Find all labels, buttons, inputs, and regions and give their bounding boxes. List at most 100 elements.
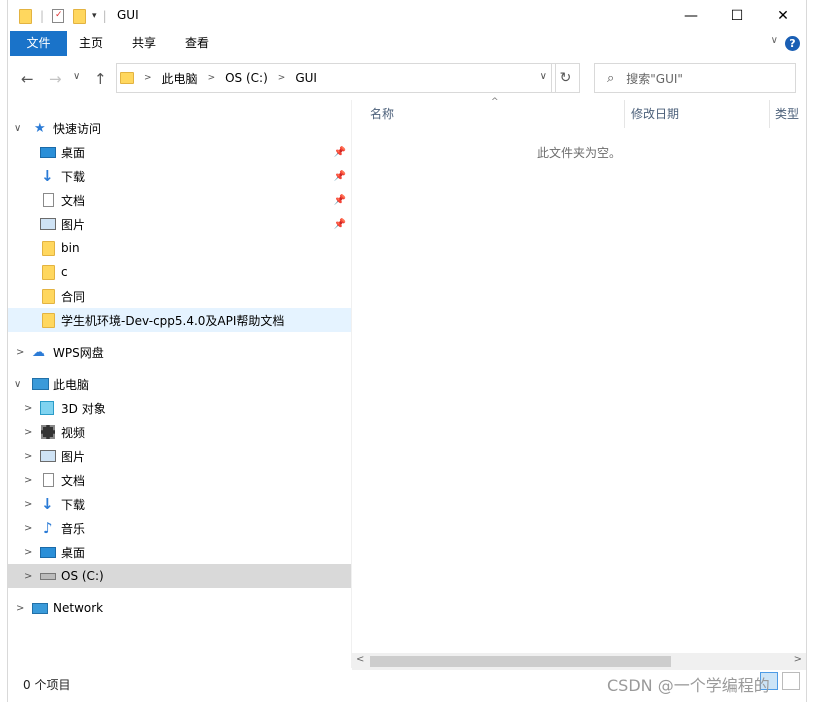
desktop-icon <box>40 146 56 158</box>
sidebar-item-label: 此电脑 <box>53 377 90 392</box>
breadcrumb-os-c[interactable]: OS (C:) <box>225 71 268 85</box>
chevron-right-icon[interactable]: > <box>208 73 216 83</box>
pin-icon[interactable]: 📌 <box>334 171 346 182</box>
window-title: GUI <box>117 8 139 22</box>
search-placeholder: 搜索"GUI" <box>626 71 683 86</box>
column-divider[interactable] <box>769 100 770 128</box>
sidebar-item-label: 下载 <box>61 169 86 184</box>
sidebar-item-music[interactable]: > ♪ 音乐 <box>8 516 351 540</box>
large-icons-view-button[interactable] <box>782 672 800 690</box>
chevron-right-icon[interactable]: > <box>24 427 32 438</box>
sidebar-item-videos[interactable]: > 视频 <box>8 420 351 444</box>
expand-ribbon-icon[interactable]: ∨ <box>771 35 778 46</box>
chevron-right-icon[interactable]: > <box>278 73 286 83</box>
breadcrumb-gui[interactable]: GUI <box>295 71 317 85</box>
sidebar-item-dev-cpp[interactable]: 学生机环境-Dev-cpp5.4.0及API帮助文档 <box>8 308 351 332</box>
chevron-right-icon[interactable]: > <box>24 571 32 582</box>
quick-access-item[interactable]: ∨ ★ 快速访问 <box>8 116 351 140</box>
column-divider[interactable] <box>624 100 625 128</box>
navigation-pane: ∨ ★ 快速访问 桌面 📌 ↓ 下载 📌 文档 📌 图片 📌 bin c 合同 … <box>8 100 351 668</box>
column-name[interactable]: 名称 <box>370 100 394 128</box>
minimize-button[interactable]: — <box>668 0 714 31</box>
scroll-left-icon[interactable]: < <box>356 654 364 665</box>
sidebar-item-label: Network <box>53 601 104 615</box>
breadcrumb-this-pc[interactable]: 此电脑 <box>162 70 198 87</box>
network-icon <box>32 602 48 614</box>
address-bar[interactable]: > 此电脑 > OS (C:) > GUI ∨ <box>116 63 556 93</box>
chevron-right-icon[interactable]: > <box>144 73 152 83</box>
file-list: ^ 名称 修改日期 类型 此文件夹为空。 < > <box>352 97 806 670</box>
sidebar-item-c[interactable]: c <box>8 260 351 284</box>
chevron-right-icon[interactable]: > <box>24 547 32 558</box>
customize-dropdown-icon[interactable]: ▾ <box>92 11 97 21</box>
chevron-right-icon[interactable]: > <box>24 451 32 462</box>
item-count: 0 个项目 <box>23 678 71 692</box>
folder-icon <box>120 72 134 84</box>
up-arrow-icon[interactable]: ↑ <box>94 70 107 88</box>
sidebar-item-contract[interactable]: 合同 <box>8 284 351 308</box>
chevron-right-icon[interactable]: > <box>16 603 24 614</box>
quick-access-toolbar: | ✓ ▾ | <box>19 7 107 25</box>
sidebar-item-wps[interactable]: > ☁ WPS网盘 <box>8 340 351 364</box>
new-folder-icon[interactable] <box>73 8 87 24</box>
sidebar-item-documents-pc[interactable]: > 文档 <box>8 468 351 492</box>
sidebar-item-downloads[interactable]: ↓ 下载 📌 <box>8 164 351 188</box>
cube-icon <box>40 401 54 415</box>
separator: | <box>102 9 107 23</box>
sidebar-item-label: 学生机环境-Dev-cpp5.4.0及API帮助文档 <box>61 313 285 328</box>
chevron-down-icon[interactable]: ∨ <box>14 379 21 390</box>
chevron-right-icon[interactable]: > <box>24 523 32 534</box>
pin-icon[interactable]: 📌 <box>334 147 346 158</box>
ribbon-tabs: 文件 主页 共享 查看 ∨ ? <box>8 31 806 56</box>
download-icon: ↓ <box>41 495 54 513</box>
pin-icon[interactable]: 📌 <box>334 195 346 206</box>
tab-file[interactable]: 文件 <box>10 31 67 56</box>
horizontal-scrollbar[interactable]: < > <box>352 653 806 670</box>
sidebar-item-label: bin <box>61 241 80 255</box>
picture-icon <box>40 450 56 462</box>
chevron-right-icon[interactable]: > <box>24 499 32 510</box>
help-icon[interactable]: ? <box>785 36 800 51</box>
recent-dropdown-icon[interactable]: ∨ <box>73 71 80 82</box>
sidebar-item-label: 图片 <box>61 449 86 464</box>
sidebar-item-desktop[interactable]: 桌面 📌 <box>8 140 351 164</box>
tab-home[interactable]: 主页 <box>69 31 113 56</box>
sidebar-item-bin[interactable]: bin <box>8 236 351 260</box>
close-button[interactable]: ✕ <box>760 0 806 31</box>
maximize-button[interactable]: ☐ <box>714 0 760 31</box>
search-field[interactable]: ⌕ 搜索"GUI" <box>594 63 796 93</box>
properties-icon[interactable]: ✓ <box>52 9 65 23</box>
pin-icon[interactable]: 📌 <box>334 219 346 230</box>
column-modified[interactable]: 修改日期 <box>631 100 679 128</box>
tab-share[interactable]: 共享 <box>122 31 166 56</box>
sidebar-item-pictures-pc[interactable]: > 图片 <box>8 444 351 468</box>
sidebar-item-label: 视频 <box>61 425 86 440</box>
sidebar-item-os-c[interactable]: > OS (C:) <box>8 564 351 588</box>
sidebar-item-this-pc[interactable]: ∨ 此电脑 <box>8 372 351 396</box>
sidebar-item-desktop-pc[interactable]: > 桌面 <box>8 540 351 564</box>
address-dropdown-icon[interactable]: ∨ <box>540 71 547 82</box>
scroll-right-icon[interactable]: > <box>794 654 802 665</box>
sidebar-item-3d-objects[interactable]: > 3D 对象 <box>8 396 351 420</box>
sidebar-item-downloads-pc[interactable]: > ↓ 下载 <box>8 492 351 516</box>
empty-folder-message: 此文件夹为空。 <box>536 146 621 160</box>
sidebar-item-label: WPS网盘 <box>53 345 104 360</box>
chevron-down-icon[interactable]: ∨ <box>14 123 21 134</box>
chevron-right-icon[interactable]: > <box>24 475 32 486</box>
tab-view[interactable]: 查看 <box>175 31 219 56</box>
desktop-icon <box>40 546 56 558</box>
chevron-right-icon[interactable]: > <box>24 403 32 414</box>
sidebar-item-documents[interactable]: 文档 📌 <box>8 188 351 212</box>
sidebar-item-pictures[interactable]: 图片 📌 <box>8 212 351 236</box>
back-arrow-icon[interactable]: ← <box>21 70 34 88</box>
navigation-bar: ← → ∨ ↑ > 此电脑 > OS (C:) > GUI ∨ ↻ ⌕ 搜索"G… <box>8 56 806 100</box>
sidebar-item-label: OS (C:) <box>61 569 104 583</box>
scrollbar-thumb[interactable] <box>370 656 671 667</box>
sidebar-item-network[interactable]: > Network <box>8 596 351 620</box>
chevron-right-icon[interactable]: > <box>16 347 24 358</box>
refresh-button[interactable]: ↻ <box>551 63 580 93</box>
forward-arrow-icon[interactable]: → <box>49 70 62 88</box>
column-type[interactable]: 类型 <box>775 100 799 128</box>
sidebar-item-label: 音乐 <box>61 521 86 536</box>
music-note-icon: ♪ <box>43 519 53 537</box>
